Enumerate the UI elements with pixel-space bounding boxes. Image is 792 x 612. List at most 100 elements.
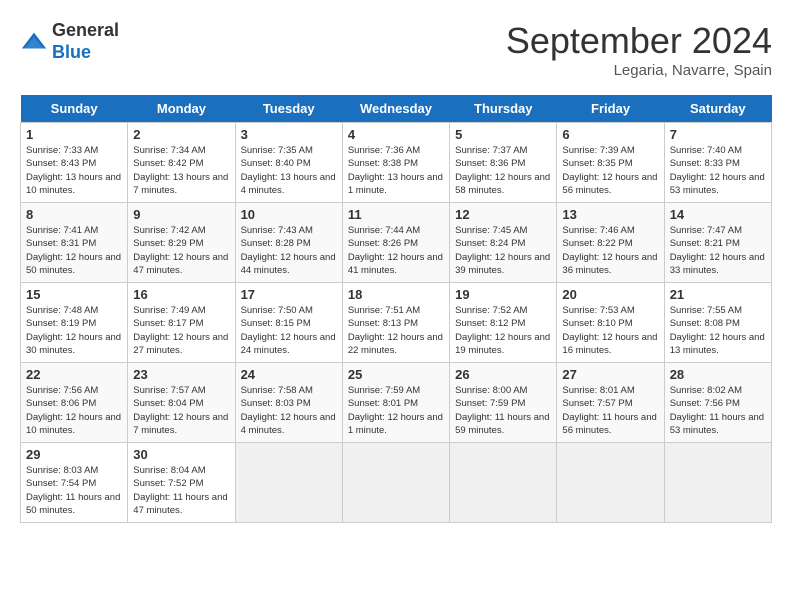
calendar-cell: 24 Sunrise: 7:58 AMSunset: 8:03 PMDayligh… <box>235 363 342 443</box>
calendar-cell: 28 Sunrise: 8:02 AMSunset: 7:56 PMDayligh… <box>664 363 771 443</box>
calendar-cell: 26 Sunrise: 8:00 AMSunset: 7:59 PMDayligh… <box>450 363 557 443</box>
calendar-cell: 6 Sunrise: 7:39 AMSunset: 8:35 PMDaylight… <box>557 123 664 203</box>
calendar-cell: 14 Sunrise: 7:47 AMSunset: 8:21 PMDayligh… <box>664 203 771 283</box>
cell-info: Sunrise: 8:02 AMSunset: 7:56 PMDaylight:… <box>670 384 766 437</box>
calendar-cell: 7 Sunrise: 7:40 AMSunset: 8:33 PMDaylight… <box>664 123 771 203</box>
day-number: 15 <box>26 287 122 302</box>
logo: General Blue <box>20 20 119 63</box>
calendar-cell: 10 Sunrise: 7:43 AMSunset: 8:28 PMDayligh… <box>235 203 342 283</box>
page-header: General Blue September 2024 Legaria, Nav… <box>20 20 772 79</box>
cell-info: Sunrise: 8:01 AMSunset: 7:57 PMDaylight:… <box>562 384 658 437</box>
day-number: 11 <box>348 207 444 222</box>
calendar-cell: 30Sunrise: 8:04 AMSunset: 7:52 PMDayligh… <box>128 443 235 523</box>
cell-info: Sunrise: 8:00 AMSunset: 7:59 PMDaylight:… <box>455 384 551 437</box>
calendar-cell: 1Sunrise: 7:33 AMSunset: 8:43 PMDaylight… <box>21 123 128 203</box>
day-number: 6 <box>562 127 658 142</box>
calendar-cell <box>664 443 771 523</box>
day-number: 26 <box>455 367 551 382</box>
cell-info: Sunrise: 7:59 AMSunset: 8:01 PMDaylight:… <box>348 384 444 437</box>
calendar-cell: 5 Sunrise: 7:37 AMSunset: 8:36 PMDaylight… <box>450 123 557 203</box>
day-header-tuesday: Tuesday <box>235 95 342 123</box>
day-number: 8 <box>26 207 122 222</box>
cell-info: Sunrise: 7:39 AMSunset: 8:35 PMDaylight:… <box>562 144 658 197</box>
cell-info: Sunrise: 7:51 AMSunset: 8:13 PMDaylight:… <box>348 304 444 357</box>
calendar-cell: 18 Sunrise: 7:51 AMSunset: 8:13 PMDayligh… <box>342 283 449 363</box>
day-number: 27 <box>562 367 658 382</box>
cell-info: Sunrise: 7:45 AMSunset: 8:24 PMDaylight:… <box>455 224 551 277</box>
cell-info: Sunrise: 7:48 AMSunset: 8:19 PMDaylight:… <box>26 304 122 357</box>
logo-icon <box>20 28 48 56</box>
calendar-table: SundayMondayTuesdayWednesdayThursdayFrid… <box>20 95 772 523</box>
calendar-cell <box>235 443 342 523</box>
day-number: 5 <box>455 127 551 142</box>
cell-info: Sunrise: 7:53 AMSunset: 8:10 PMDaylight:… <box>562 304 658 357</box>
cell-info: Sunrise: 7:41 AMSunset: 8:31 PMDaylight:… <box>26 224 122 277</box>
cell-info: Sunrise: 7:35 AMSunset: 8:40 PMDaylight:… <box>241 144 337 197</box>
day-number: 10 <box>241 207 337 222</box>
title-block: September 2024 Legaria, Navarre, Spain <box>506 20 772 79</box>
day-number: 16 <box>133 287 229 302</box>
calendar-cell: 16 Sunrise: 7:49 AMSunset: 8:17 PMDayligh… <box>128 283 235 363</box>
calendar-cell: 4 Sunrise: 7:36 AMSunset: 8:38 PMDaylight… <box>342 123 449 203</box>
cell-info: Sunrise: 7:37 AMSunset: 8:36 PMDaylight:… <box>455 144 551 197</box>
month-title: September 2024 <box>506 20 772 62</box>
day-header-wednesday: Wednesday <box>342 95 449 123</box>
cell-info: Sunrise: 7:49 AMSunset: 8:17 PMDaylight:… <box>133 304 229 357</box>
calendar-cell: 12Sunrise: 7:45 AMSunset: 8:24 PMDayligh… <box>450 203 557 283</box>
day-number: 25 <box>348 367 444 382</box>
cell-info: Sunrise: 7:58 AMSunset: 8:03 PMDaylight:… <box>241 384 337 437</box>
calendar-cell <box>342 443 449 523</box>
cell-info: Sunrise: 7:42 AMSunset: 8:29 PMDaylight:… <box>133 224 229 277</box>
week-row-2: 15 Sunrise: 7:48 AMSunset: 8:19 PMDayligh… <box>21 283 772 363</box>
cell-info: Sunrise: 7:43 AMSunset: 8:28 PMDaylight:… <box>241 224 337 277</box>
calendar-cell: 9 Sunrise: 7:42 AMSunset: 8:29 PMDaylight… <box>128 203 235 283</box>
cell-info: Sunrise: 7:33 AMSunset: 8:43 PMDaylight:… <box>26 144 122 197</box>
day-number: 18 <box>348 287 444 302</box>
logo-general: General <box>52 20 119 40</box>
day-number: 7 <box>670 127 766 142</box>
day-number: 24 <box>241 367 337 382</box>
day-header-sunday: Sunday <box>21 95 128 123</box>
cell-info: Sunrise: 7:40 AMSunset: 8:33 PMDaylight:… <box>670 144 766 197</box>
calendar-cell: 11Sunrise: 7:44 AMSunset: 8:26 PMDayligh… <box>342 203 449 283</box>
calendar-cell: 25 Sunrise: 7:59 AMSunset: 8:01 PMDayligh… <box>342 363 449 443</box>
day-header-friday: Friday <box>557 95 664 123</box>
cell-info: Sunrise: 7:56 AMSunset: 8:06 PMDaylight:… <box>26 384 122 437</box>
day-number: 19 <box>455 287 551 302</box>
calendar-cell <box>450 443 557 523</box>
cell-info: Sunrise: 7:34 AMSunset: 8:42 PMDaylight:… <box>133 144 229 197</box>
day-number: 17 <box>241 287 337 302</box>
calendar-cell: 15 Sunrise: 7:48 AMSunset: 8:19 PMDayligh… <box>21 283 128 363</box>
day-number: 28 <box>670 367 766 382</box>
day-number: 9 <box>133 207 229 222</box>
cell-info: Sunrise: 7:46 AMSunset: 8:22 PMDaylight:… <box>562 224 658 277</box>
calendar-cell: 21Sunrise: 7:55 AMSunset: 8:08 PMDayligh… <box>664 283 771 363</box>
calendar-cell: 3 Sunrise: 7:35 AMSunset: 8:40 PMDaylight… <box>235 123 342 203</box>
day-number: 13 <box>562 207 658 222</box>
cell-info: Sunrise: 8:04 AMSunset: 7:52 PMDaylight:… <box>133 464 229 517</box>
cell-info: Sunrise: 7:52 AMSunset: 8:12 PMDaylight:… <box>455 304 551 357</box>
calendar-cell: 8 Sunrise: 7:41 AMSunset: 8:31 PMDaylight… <box>21 203 128 283</box>
calendar-cell: 29Sunrise: 8:03 AMSunset: 7:54 PMDayligh… <box>21 443 128 523</box>
calendar-header-row: SundayMondayTuesdayWednesdayThursdayFrid… <box>21 95 772 123</box>
calendar-cell: 22Sunrise: 7:56 AMSunset: 8:06 PMDayligh… <box>21 363 128 443</box>
day-number: 20 <box>562 287 658 302</box>
calendar-cell: 20 Sunrise: 7:53 AMSunset: 8:10 PMDayligh… <box>557 283 664 363</box>
cell-info: Sunrise: 7:50 AMSunset: 8:15 PMDaylight:… <box>241 304 337 357</box>
calendar-body: 1Sunrise: 7:33 AMSunset: 8:43 PMDaylight… <box>21 123 772 523</box>
day-number: 2 <box>133 127 229 142</box>
location: Legaria, Navarre, Spain <box>506 62 772 79</box>
cell-info: Sunrise: 8:03 AMSunset: 7:54 PMDaylight:… <box>26 464 122 517</box>
day-header-saturday: Saturday <box>664 95 771 123</box>
calendar-cell: 17 Sunrise: 7:50 AMSunset: 8:15 PMDayligh… <box>235 283 342 363</box>
day-number: 3 <box>241 127 337 142</box>
calendar-cell <box>557 443 664 523</box>
day-number: 4 <box>348 127 444 142</box>
cell-info: Sunrise: 7:47 AMSunset: 8:21 PMDaylight:… <box>670 224 766 277</box>
cell-info: Sunrise: 7:36 AMSunset: 8:38 PMDaylight:… <box>348 144 444 197</box>
week-row-0: 1Sunrise: 7:33 AMSunset: 8:43 PMDaylight… <box>21 123 772 203</box>
day-number: 14 <box>670 207 766 222</box>
cell-info: Sunrise: 7:57 AMSunset: 8:04 PMDaylight:… <box>133 384 229 437</box>
logo-blue: Blue <box>52 42 91 62</box>
day-number: 23 <box>133 367 229 382</box>
